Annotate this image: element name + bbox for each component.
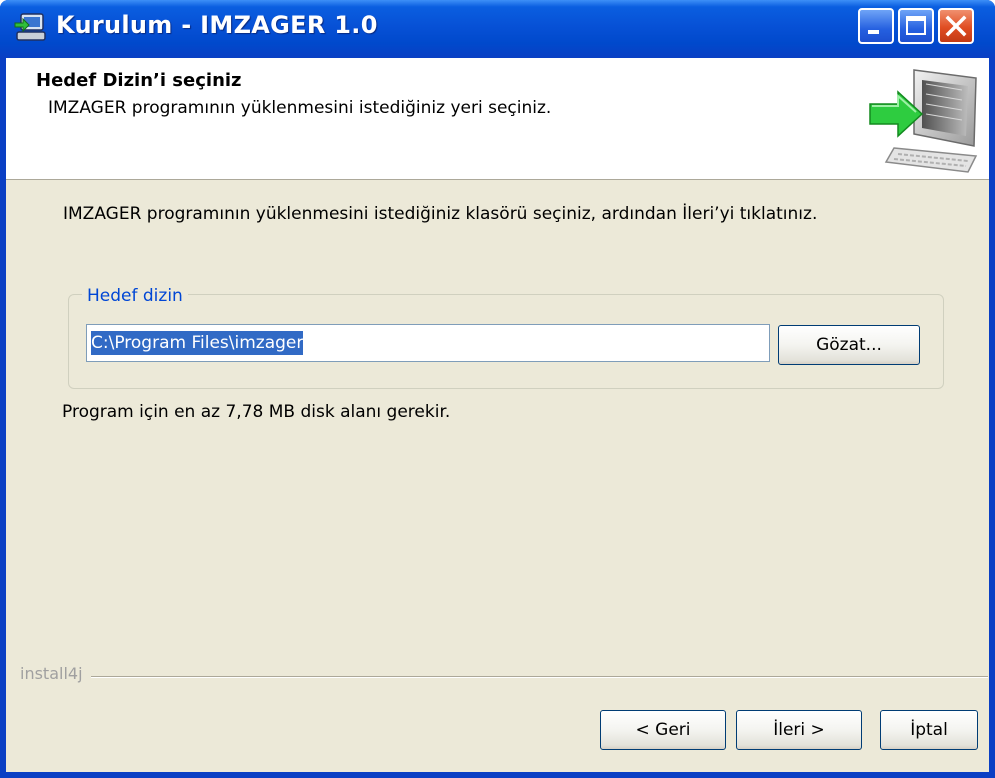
installer-computer-icon (14, 13, 46, 41)
wizard-header: Hedef Dizin’i seçiniz IMZAGER programını… (6, 58, 989, 180)
destination-path-value: C:\Program Files\imzager (91, 331, 304, 355)
minimize-icon (868, 30, 879, 34)
footer-divider (20, 676, 988, 678)
maximize-button[interactable] (898, 8, 934, 44)
back-button[interactable]: < Geri (600, 710, 726, 750)
computer-with-green-arrow-icon (869, 69, 978, 173)
close-icon (945, 15, 967, 37)
title-bar[interactable]: Kurulum - IMZAGER 1.0 (0, 0, 995, 58)
window-title: Kurulum - IMZAGER 1.0 (56, 11, 378, 39)
cancel-button[interactable]: İptal (880, 710, 978, 750)
installer-brand: install4j (20, 664, 91, 683)
browse-button[interactable]: Gözat... (778, 325, 920, 365)
maximize-icon (906, 16, 926, 35)
close-button[interactable] (938, 8, 974, 44)
page-subtitle: IMZAGER programının yüklenmesini istediğ… (48, 98, 552, 118)
minimize-button[interactable] (858, 8, 894, 44)
dialog-client-area: Hedef Dizin’i seçiniz IMZAGER programını… (6, 58, 989, 772)
next-button[interactable]: İleri > (736, 710, 862, 750)
page-title: Hedef Dizin’i seçiniz (36, 70, 242, 91)
destination-path-input[interactable]: C:\Program Files\imzager (86, 324, 770, 362)
installer-window: Kurulum - IMZAGER 1.0 Hedef Dizin’i seçi… (0, 0, 995, 778)
destination-legend: Hedef dizin (82, 286, 188, 306)
instruction-text: IMZAGER programının yüklenmesini istediğ… (63, 204, 818, 224)
disk-space-note: Program için en az 7,78 MB disk alanı ge… (62, 402, 451, 422)
